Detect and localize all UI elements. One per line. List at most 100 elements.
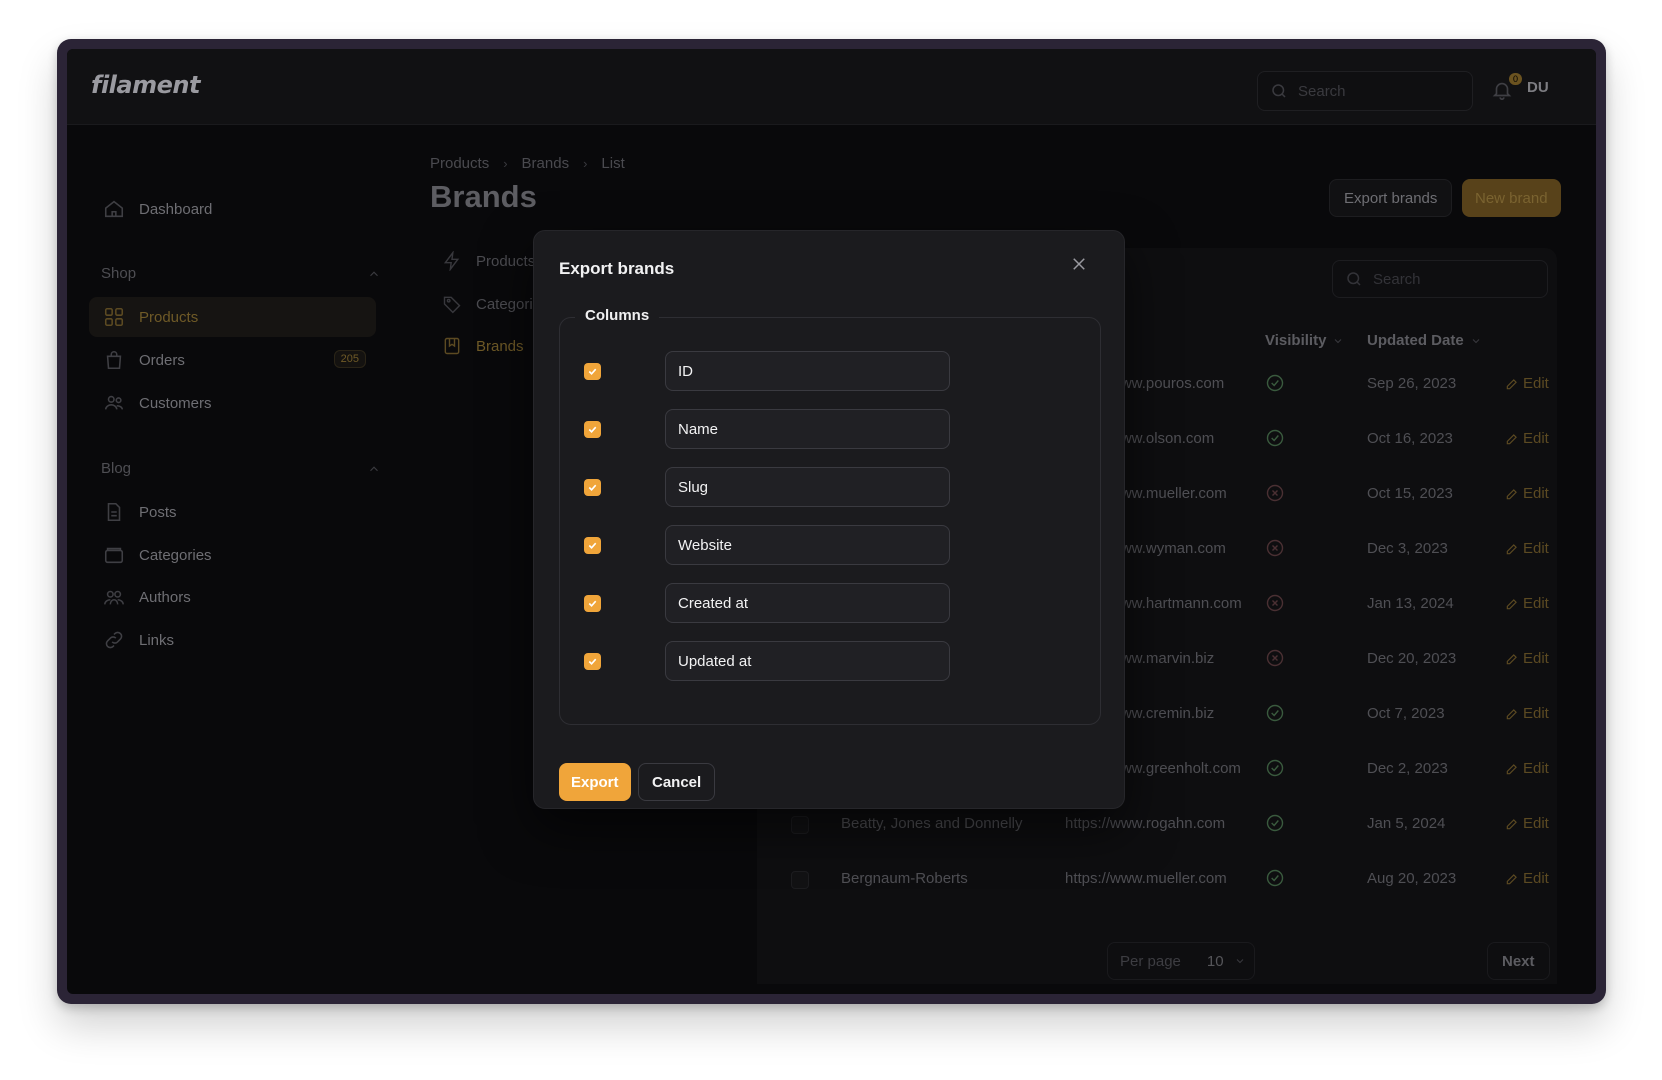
updated-date: Dec 2, 2023 xyxy=(1367,760,1448,777)
sidebar-group-blog[interactable]: Blog xyxy=(101,460,381,477)
breadcrumb-list: List xyxy=(601,155,625,172)
chevron-right-icon: › xyxy=(583,156,588,171)
x-circle-icon xyxy=(1265,538,1285,562)
pencil-icon xyxy=(1505,762,1523,776)
table-search-input[interactable]: Search xyxy=(1332,260,1548,298)
check-circle-icon xyxy=(1265,813,1285,837)
chevron-up-icon xyxy=(370,271,378,277)
edit-label: Edit xyxy=(1523,870,1549,887)
sidebar: Dashboard Shop Products Orders 205 Custo… xyxy=(67,125,387,994)
next-page-button[interactable]: Next xyxy=(1487,942,1550,980)
edit-row-button[interactable]: Edit xyxy=(1505,540,1549,557)
edit-row-button[interactable]: Edit xyxy=(1505,485,1549,502)
edit-label: Edit xyxy=(1523,815,1549,832)
edit-row-button[interactable]: Edit xyxy=(1505,815,1549,832)
table-row[interactable]: Bergnaum-Roberts https://www.mueller.com A… xyxy=(757,851,1557,909)
edit-label: Edit xyxy=(1523,540,1549,557)
link-icon xyxy=(103,629,125,651)
columns-fieldset: Columns xyxy=(559,307,1101,725)
export-button[interactable]: Export xyxy=(559,763,631,801)
sidebar-item-links[interactable]: Links xyxy=(89,620,376,660)
edit-row-button[interactable]: Edit xyxy=(1505,595,1549,612)
row-checkbox[interactable] xyxy=(791,816,809,834)
sidebar-item-authors[interactable]: Authors xyxy=(89,577,376,617)
pencil-icon xyxy=(1505,542,1523,556)
table-search-placeholder: Search xyxy=(1373,270,1421,288)
export-brands-button[interactable]: Export brands xyxy=(1329,179,1453,217)
column-checkbox[interactable] xyxy=(584,363,601,380)
column-label-input[interactable] xyxy=(665,467,950,507)
check-circle-icon xyxy=(1265,758,1285,782)
check-circle-icon xyxy=(1265,703,1285,727)
row-checkbox[interactable] xyxy=(791,871,809,889)
edit-label: Edit xyxy=(1523,650,1549,667)
updated-date: Dec 3, 2023 xyxy=(1367,540,1448,557)
sidebar-item-products[interactable]: Products xyxy=(89,297,376,337)
chevron-down-icon xyxy=(1236,959,1243,964)
brand-name: Bergnaum-Roberts xyxy=(841,870,968,887)
bolt-icon xyxy=(442,251,462,271)
window-frame: filament Search 0 DU Dashboard Shop Prod… xyxy=(57,39,1606,1004)
column-option-row xyxy=(584,525,1084,565)
column-checkbox[interactable] xyxy=(584,537,601,554)
subnav-label: Brands xyxy=(476,337,524,355)
close-modal-button[interactable] xyxy=(1066,251,1092,277)
column-label-input[interactable] xyxy=(665,409,950,449)
edit-row-button[interactable]: Edit xyxy=(1505,375,1549,392)
edit-label: Edit xyxy=(1523,705,1549,722)
close-icon xyxy=(1073,258,1085,270)
sidebar-item-categories[interactable]: Categories xyxy=(89,535,376,575)
chevron-up-icon xyxy=(370,466,378,472)
sidebar-group-shop[interactable]: Shop xyxy=(101,265,381,282)
check-circle-icon xyxy=(1265,868,1285,892)
column-header-label: Visibility xyxy=(1265,332,1327,349)
edit-row-button[interactable]: Edit xyxy=(1505,430,1549,447)
pencil-icon xyxy=(1505,872,1523,886)
column-checkbox[interactable] xyxy=(584,479,601,496)
notifications-badge: 0 xyxy=(1509,73,1523,85)
column-checkbox[interactable] xyxy=(584,421,601,438)
user-avatar[interactable]: DU xyxy=(1527,79,1549,96)
column-label-input[interactable] xyxy=(665,525,950,565)
app-shell: filament Search 0 DU Dashboard Shop Prod… xyxy=(67,49,1596,994)
sidebar-item-posts[interactable]: Posts xyxy=(89,492,376,532)
column-checkbox[interactable] xyxy=(584,653,601,670)
updated-date: Aug 20, 2023 xyxy=(1367,870,1457,887)
sidebar-item-label: Orders xyxy=(139,351,185,369)
edit-row-button[interactable]: Edit xyxy=(1505,760,1549,777)
check-icon xyxy=(587,366,598,377)
app-logo[interactable]: filament xyxy=(91,71,200,99)
column-label-input[interactable] xyxy=(665,641,950,681)
updated-date: Sep 26, 2023 xyxy=(1367,375,1457,392)
sidebar-item-dashboard[interactable]: Dashboard xyxy=(89,189,376,229)
page-title: Brands xyxy=(430,179,537,214)
per-page-select[interactable]: Per page 10 xyxy=(1107,942,1255,980)
column-header-updated-date[interactable]: Updated Date xyxy=(1367,332,1482,349)
edit-label: Edit xyxy=(1523,375,1549,392)
pencil-icon xyxy=(1505,432,1523,446)
edit-label: Edit xyxy=(1523,595,1549,612)
global-search[interactable]: Search xyxy=(1257,71,1473,111)
column-label-input[interactable] xyxy=(665,583,950,623)
updated-date: Dec 20, 2023 xyxy=(1367,650,1457,667)
cancel-button[interactable]: Cancel xyxy=(638,763,716,801)
column-header-visibility[interactable]: Visibility xyxy=(1265,332,1344,349)
edit-row-button[interactable]: Edit xyxy=(1505,705,1549,722)
folder-icon xyxy=(103,544,125,566)
updated-date: Jan 5, 2024 xyxy=(1367,815,1446,832)
pencil-icon xyxy=(1505,652,1523,666)
edit-row-button[interactable]: Edit xyxy=(1505,650,1549,667)
edit-label: Edit xyxy=(1523,485,1549,502)
edit-row-button[interactable]: Edit xyxy=(1505,870,1549,887)
column-label-input[interactable] xyxy=(665,351,950,391)
breadcrumb-brands[interactable]: Brands xyxy=(522,155,570,172)
sidebar-item-customers[interactable]: Customers xyxy=(89,383,376,423)
users-icon xyxy=(103,392,125,414)
subnav-label: Products xyxy=(476,252,536,270)
sidebar-item-orders[interactable]: Orders 205 xyxy=(89,340,376,380)
column-checkbox[interactable] xyxy=(584,595,601,612)
new-brand-button[interactable]: New brand xyxy=(1462,179,1561,217)
shopping-bag-icon xyxy=(103,349,125,371)
breadcrumb-products[interactable]: Products xyxy=(430,155,489,172)
tag-icon xyxy=(442,294,462,314)
